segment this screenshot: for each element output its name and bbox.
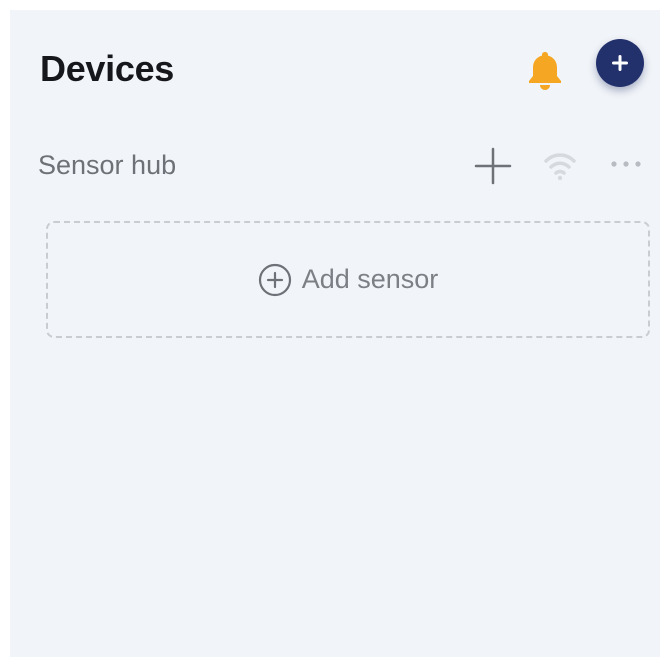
add-to-hub-button[interactable] <box>474 147 512 185</box>
page-title: Devices <box>40 48 175 89</box>
wifi-icon <box>544 153 576 181</box>
devices-screen: Devices Sensor hub Add sensor <box>10 10 660 657</box>
sensor-hub-row: Sensor hub <box>10 140 660 190</box>
header: Devices <box>10 10 660 120</box>
bell-icon <box>529 52 561 90</box>
plus-icon <box>612 55 628 71</box>
plus-circle-icon <box>258 263 291 296</box>
add-sensor-label: Add sensor <box>301 264 439 294</box>
add-sensor-content: Add sensor <box>48 223 648 336</box>
plus-icon <box>474 147 512 185</box>
notifications-button[interactable] <box>526 50 564 90</box>
add-sensor-button[interactable]: Add sensor <box>46 221 650 338</box>
more-options-button[interactable] <box>608 157 644 171</box>
group-title: Sensor hub <box>38 150 177 180</box>
wifi-button[interactable] <box>543 150 577 182</box>
more-horizontal-icon <box>611 161 641 167</box>
add-device-button[interactable] <box>596 39 644 87</box>
